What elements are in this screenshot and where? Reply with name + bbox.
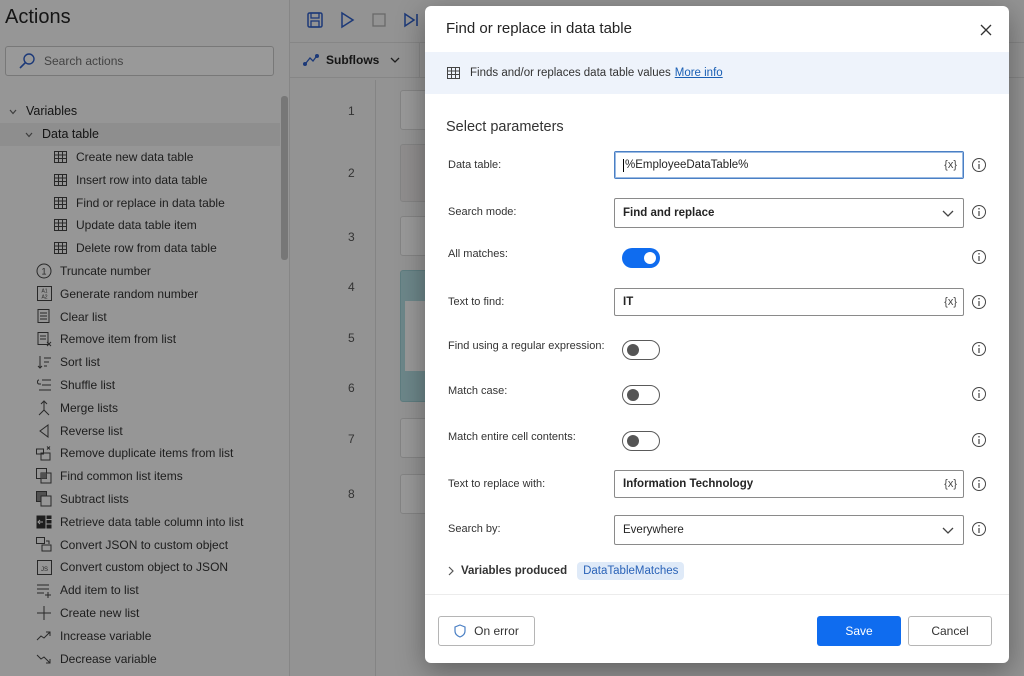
table-icon — [447, 67, 460, 79]
info-icon[interactable] — [971, 294, 987, 310]
search-by-select[interactable]: Everywhere — [614, 515, 964, 545]
match-case-toggle[interactable] — [622, 385, 660, 405]
on-error-label: On error — [474, 624, 519, 638]
dialog-info-bar: Finds and/or replaces data table values … — [425, 52, 1009, 94]
dialog-title: Find or replace in data table — [446, 20, 632, 37]
variables-produced[interactable]: Variables produced DataTableMatches — [447, 562, 685, 580]
chevron-right-icon — [448, 566, 454, 576]
replace-with-input[interactable]: Information Technology {x} — [614, 470, 964, 498]
info-icon[interactable] — [971, 157, 987, 173]
input-value: IT — [623, 296, 634, 308]
variable-chip[interactable]: DataTableMatches — [577, 562, 685, 580]
input-value: %EmployeeDataTable% — [625, 159, 749, 171]
info-icon[interactable] — [971, 386, 987, 402]
param-label: All matches: — [448, 248, 508, 260]
section-title: Select parameters — [446, 119, 564, 135]
param-label: Text to find: — [448, 296, 505, 308]
param-search-mode: Search mode: Find and replace — [425, 198, 1009, 228]
input-value: Information Technology — [623, 478, 754, 490]
cancel-button[interactable]: Cancel — [908, 616, 992, 646]
chevron-down-icon — [942, 527, 954, 534]
toggle-knob — [627, 435, 639, 447]
close-icon — [980, 24, 992, 36]
dialog-footer: On error Save Cancel — [425, 594, 1009, 663]
find-replace-dialog: Find or replace in data table Finds and/… — [425, 6, 1009, 663]
param-regex: Find using a regular expression: — [425, 336, 1009, 366]
param-label: Search mode: — [448, 206, 517, 218]
data-table-input[interactable]: %EmployeeDataTable% {x} — [614, 151, 964, 179]
param-label: Find using a regular expression: — [448, 340, 605, 352]
more-info-link[interactable]: More info — [675, 67, 723, 79]
on-error-button[interactable]: On error — [438, 616, 535, 646]
info-icon[interactable] — [971, 521, 987, 537]
select-value: Find and replace — [623, 207, 715, 219]
toggle-knob — [627, 389, 639, 401]
all-matches-toggle[interactable] — [622, 248, 660, 268]
info-icon[interactable] — [971, 432, 987, 448]
param-label: Match entire cell contents: — [448, 431, 576, 443]
info-icon[interactable] — [971, 204, 987, 220]
param-all-matches: All matches: — [425, 244, 1009, 274]
param-replace-with: Text to replace with: Information Techno… — [425, 470, 1009, 500]
variable-picker-icon[interactable]: {x} — [944, 159, 957, 171]
shield-icon — [454, 624, 466, 638]
chevron-down-icon — [942, 210, 954, 217]
select-value: Everywhere — [623, 524, 684, 536]
dialog-description: Finds and/or replaces data table values — [470, 67, 671, 79]
regex-toggle[interactable] — [622, 340, 660, 360]
save-button[interactable]: Save — [817, 616, 901, 646]
variable-picker-icon[interactable]: {x} — [944, 296, 957, 308]
info-icon[interactable] — [971, 249, 987, 265]
toggle-knob — [644, 252, 656, 264]
param-match-entire: Match entire cell contents: — [425, 427, 1009, 457]
info-icon[interactable] — [971, 341, 987, 357]
param-text-to-find: Text to find: IT {x} — [425, 288, 1009, 318]
text-to-find-input[interactable]: IT {x} — [614, 288, 964, 316]
param-label: Text to replace with: — [448, 478, 546, 490]
info-icon[interactable] — [971, 476, 987, 492]
param-label: Data table: — [448, 159, 502, 171]
toggle-knob — [627, 344, 639, 356]
variable-picker-icon[interactable]: {x} — [944, 478, 957, 490]
text-caret — [623, 158, 624, 172]
param-data-table: Data table: %EmployeeDataTable% {x} — [425, 151, 1009, 181]
param-label: Match case: — [448, 385, 508, 397]
match-entire-toggle[interactable] — [622, 431, 660, 451]
param-label: Search by: — [448, 523, 501, 535]
variables-produced-label: Variables produced — [461, 565, 568, 577]
param-search-by: Search by: Everywhere — [425, 515, 1009, 545]
search-mode-select[interactable]: Find and replace — [614, 198, 964, 228]
close-button[interactable] — [975, 19, 997, 41]
param-match-case: Match case: — [425, 381, 1009, 411]
